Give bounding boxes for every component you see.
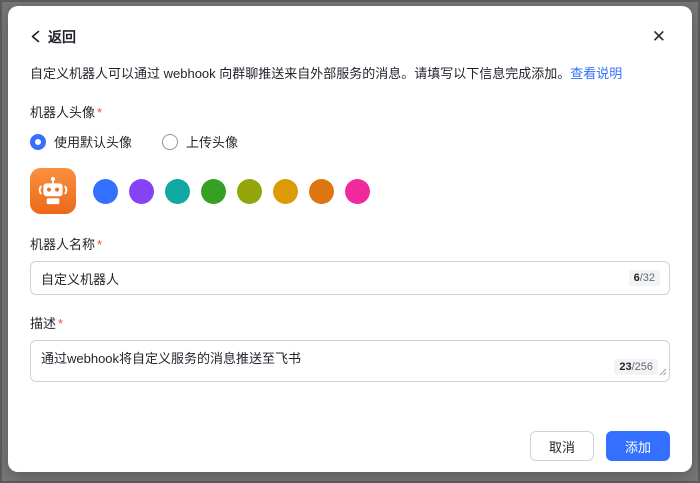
required-asterisk: * [97,105,102,120]
radio-icon [162,134,178,150]
view-docs-link[interactable]: 查看说明 [570,66,622,81]
avatar-radio-group: 使用默认头像 上传头像 [30,132,670,151]
desc-char-counter: 23/256 [614,359,658,375]
cancel-button[interactable]: 取消 [530,431,594,461]
desc-label-text: 描述 [30,316,56,331]
chevron-left-icon [30,30,41,43]
bot-description-value: 通过webhook将自定义服务的消息推送至飞书 [41,351,301,366]
avatar-option[interactable]: 上传头像 [162,132,238,151]
dialog-header: 返回 ✕ [8,6,692,47]
back-button[interactable]: 返回 [30,27,76,47]
required-asterisk: * [97,237,102,252]
add-custom-bot-dialog: 返回 ✕ 自定义机器人可以通过 webhook 向群聊推送来自外部服务的消息。请… [8,6,692,472]
radio-icon [30,134,46,150]
avatar-section-label: 机器人头像* [30,102,670,121]
avatar-color-option[interactable] [201,179,226,204]
bot-description-textarea[interactable]: 通过webhook将自定义服务的消息推送至飞书 23/256 [30,340,670,382]
resize-handle[interactable] [659,364,667,379]
avatar-color-option[interactable] [345,179,370,204]
bot-name-input[interactable]: 自定义机器人 6/32 [30,261,670,295]
required-asterisk: * [58,316,63,331]
radio-label: 上传头像 [186,132,238,151]
name-char-counter: 6/32 [629,270,660,286]
avatar-label-text: 机器人头像 [30,105,95,120]
radio-label: 使用默认头像 [54,132,132,151]
close-icon[interactable]: ✕ [650,26,668,47]
avatar-color-option[interactable] [309,179,334,204]
avatar-color-option[interactable] [165,179,190,204]
dialog-footer: 取消 添加 [530,431,670,461]
avatar-picker-row [30,168,670,214]
name-label-text: 机器人名称 [30,237,95,252]
avatar-option[interactable]: 使用默认头像 [30,132,132,151]
avatar-color-list [93,179,370,204]
avatar-color-option[interactable] [93,179,118,204]
avatar-color-option[interactable] [237,179,262,204]
intro-text-body: 自定义机器人可以通过 webhook 向群聊推送来自外部服务的消息。请填写以下信… [30,66,570,81]
desc-section-label: 描述* [30,313,670,332]
avatar-color-option[interactable] [129,179,154,204]
name-section-label: 机器人名称* [30,234,670,253]
bot-name-value: 自定义机器人 [41,269,119,288]
robot-icon[interactable] [30,168,76,214]
intro-text: 自定义机器人可以通过 webhook 向群聊推送来自外部服务的消息。请填写以下信… [30,64,670,84]
back-label: 返回 [48,27,76,47]
add-button[interactable]: 添加 [606,431,670,461]
avatar-color-option[interactable] [273,179,298,204]
